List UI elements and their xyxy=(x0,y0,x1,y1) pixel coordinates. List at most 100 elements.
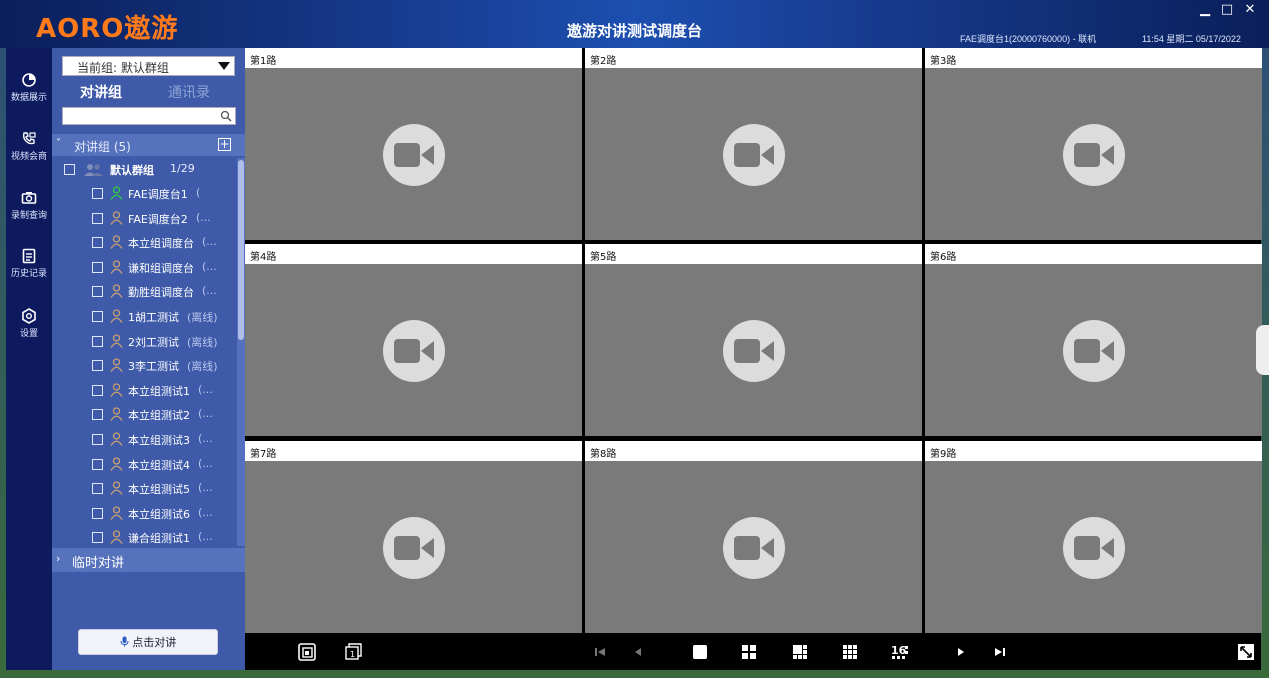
member-row[interactable]: 谦合组测试1 (... xyxy=(52,526,238,546)
member-name: 勤胜组调度台 xyxy=(128,286,194,300)
member-checkbox[interactable] xyxy=(92,335,103,347)
member-status: (... xyxy=(198,382,213,396)
group-checkbox[interactable] xyxy=(64,164,75,175)
member-status: (... xyxy=(198,456,213,470)
member-checkbox[interactable] xyxy=(92,409,103,421)
person-icon xyxy=(110,235,123,250)
search-icon[interactable] xyxy=(220,110,232,122)
member-row[interactable]: FAE调度台1 ( xyxy=(52,182,238,206)
member-row[interactable]: FAE调度台2 (... xyxy=(52,207,238,231)
member-row[interactable]: 本立组调度台 (... xyxy=(52,231,238,255)
channel-title: 第2路 xyxy=(590,56,617,67)
member-status: (... xyxy=(198,505,213,519)
group-count: 1/29 xyxy=(170,162,195,175)
video-channel-7[interactable]: 第7路 xyxy=(245,441,582,633)
member-row[interactable]: 本立组测试6 (... xyxy=(52,502,238,526)
nav-item-recording-query[interactable]: 录制查询 xyxy=(6,190,52,236)
member-tree: 默认群组 1/29 FAE调度台1(FAE调度台2 (... 本立组调度台 (... 谦… xyxy=(52,158,245,546)
talkgroup-header[interactable]: ˅ 对讲组 (5) + xyxy=(52,134,245,156)
member-checkbox[interactable] xyxy=(92,483,103,495)
nav-item-history[interactable]: 历史记录 xyxy=(6,248,52,294)
member-checkbox[interactable] xyxy=(92,188,103,199)
svg-text:1: 1 xyxy=(350,650,355,659)
member-row[interactable]: 本立组测试1 (... xyxy=(52,379,238,403)
video-camera-icon xyxy=(1074,536,1114,560)
member-row[interactable]: 2刘工测试 (离线) xyxy=(52,330,238,354)
person-icon xyxy=(110,407,123,422)
member-checkbox[interactable] xyxy=(92,458,103,470)
history-icon xyxy=(22,248,36,264)
member-row[interactable]: 本立组测试2 (... xyxy=(52,403,238,427)
person-icon xyxy=(110,358,123,373)
layout-9-icon[interactable] xyxy=(840,642,860,662)
nav-item-data-display[interactable]: 数据展示 xyxy=(6,72,52,118)
member-row[interactable]: 本立组测试3 (... xyxy=(52,428,238,452)
video-channel-1[interactable]: 第1路 xyxy=(245,48,582,240)
close-button[interactable]: ✕ xyxy=(1242,3,1258,17)
member-checkbox[interactable] xyxy=(92,237,103,249)
temp-talk-label: 临时对讲 xyxy=(72,556,125,571)
current-group-label: 当前组: 默认群组 xyxy=(77,61,169,75)
member-scrollbar[interactable] xyxy=(237,158,245,546)
video-channel-2[interactable]: 第2路 xyxy=(585,48,922,240)
video-channel-4[interactable]: 第4路 xyxy=(245,244,582,436)
first-page-icon[interactable] xyxy=(590,642,610,662)
video-placeholder xyxy=(1063,124,1125,186)
scroll-thumb[interactable] xyxy=(238,160,244,340)
prev-page-icon[interactable] xyxy=(628,642,648,662)
tab-talkgroup[interactable]: 对讲组 xyxy=(80,82,122,102)
layout-1-icon[interactable] xyxy=(690,642,710,662)
member-status: (... xyxy=(198,432,213,445)
member-checkbox[interactable] xyxy=(92,261,103,273)
video-channel-8[interactable]: 第8路 xyxy=(585,441,922,633)
maximize-button[interactable]: □ xyxy=(1219,3,1235,17)
fullscreen-icon[interactable] xyxy=(1236,642,1256,662)
member-row[interactable]: 谦和组调度台 (... xyxy=(52,256,238,280)
layout-4-icon[interactable] xyxy=(739,642,759,662)
video-camera-icon xyxy=(394,143,434,167)
video-channel-3[interactable]: 第3路 xyxy=(925,48,1262,240)
talkgroup-header-label: 对讲组 (5) xyxy=(74,140,131,154)
video-grid: 第1路 第2路 第3路第4路 第5路 第6路第7路 第8路 第9路 xyxy=(245,48,1262,633)
member-row[interactable]: 3李工测试 (离线) xyxy=(52,354,238,378)
member-name: 3李工测试 xyxy=(128,360,179,374)
member-name: 谦和组调度台 xyxy=(128,261,194,275)
single-screen-icon[interactable]: 1 xyxy=(343,642,363,662)
member-checkbox[interactable] xyxy=(92,507,103,519)
temp-talk-header[interactable]: › 临时对讲 xyxy=(52,548,245,572)
layout-6-icon[interactable] xyxy=(790,642,810,662)
snapshot-icon[interactable] xyxy=(297,642,317,662)
next-page-icon[interactable] xyxy=(951,642,971,662)
member-row[interactable]: 勤胜组调度台 (... xyxy=(52,280,238,304)
member-row[interactable]: 本立组测试5 (... xyxy=(52,477,238,501)
member-row[interactable]: 1胡工测试 (离线) xyxy=(52,305,238,329)
member-checkbox[interactable] xyxy=(92,360,103,372)
video-channel-6[interactable]: 第6路 xyxy=(925,244,1262,436)
tab-contacts[interactable]: 通讯录 xyxy=(168,82,210,102)
minimize-button[interactable]: ▁ xyxy=(1197,3,1213,17)
video-placeholder xyxy=(723,517,785,579)
nav-item-video-meeting[interactable]: 视频会商 xyxy=(6,131,52,177)
member-name: 本立组测试3 xyxy=(128,434,190,447)
member-checkbox[interactable] xyxy=(92,212,103,224)
layout-16-icon[interactable]: 16 xyxy=(890,642,910,662)
video-channel-5[interactable]: 第5路 xyxy=(585,244,922,436)
member-checkbox[interactable] xyxy=(92,286,103,298)
push-to-talk-button[interactable]: 点击对讲 xyxy=(78,629,218,655)
channel-header: 第3路 xyxy=(925,48,1262,68)
member-checkbox[interactable] xyxy=(92,311,103,322)
add-group-icon[interactable]: + xyxy=(218,138,231,151)
nav-item-settings[interactable]: 设置 xyxy=(6,308,52,354)
person-icon xyxy=(110,530,123,545)
search-input[interactable] xyxy=(62,107,236,125)
group-row-default[interactable]: 默认群组 1/29 xyxy=(52,158,238,182)
member-row[interactable]: 本立组测试4 (... xyxy=(52,453,238,477)
last-page-icon[interactable] xyxy=(990,642,1010,662)
member-checkbox[interactable] xyxy=(92,384,103,396)
member-checkbox[interactable] xyxy=(92,434,103,445)
video-channel-9[interactable]: 第9路 xyxy=(925,441,1262,633)
member-checkbox[interactable] xyxy=(92,532,103,544)
video-camera-icon xyxy=(1074,143,1114,167)
side-collapse-handle[interactable] xyxy=(1256,325,1269,375)
current-group-select[interactable]: 当前组: 默认群组 xyxy=(62,56,235,76)
